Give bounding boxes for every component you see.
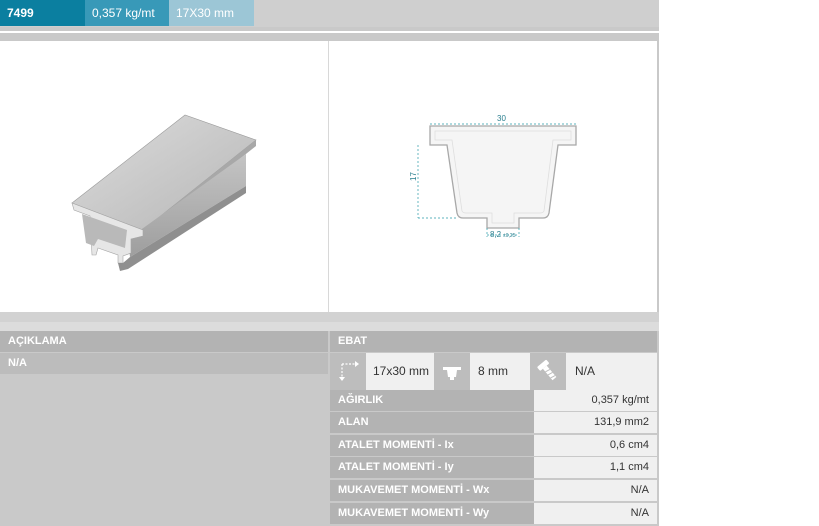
product-size-tag: 17X30 mm: [169, 0, 254, 26]
property-row-weight: AĞIRLIK 0,357 kg/mt: [330, 390, 657, 411]
ebat-header: EBAT: [330, 331, 657, 352]
dimension-size-value: 17x30 mm: [373, 364, 430, 378]
profile-thickness-icon: [434, 353, 470, 390]
property-value: 0,357 kg/mt: [534, 390, 657, 411]
product-header-bar: 7499 0,357 kg/mt 17X30 mm: [0, 0, 659, 27]
property-row-inertia-x: ATALET MOMENTİ - Ix 0,6 cm4: [330, 435, 657, 456]
property-label: MUKAVEMET MOMENTİ - Wy: [330, 503, 534, 524]
description-value: N/A: [0, 353, 328, 374]
property-value: N/A: [534, 503, 657, 524]
property-value: 1,1 cm4: [534, 457, 657, 478]
height-dimension-label: 17: [409, 172, 418, 181]
product-3d-render[interactable]: [0, 41, 328, 312]
property-label: ATALET MOMENTİ - Ix: [330, 435, 534, 456]
technical-drawing[interactable]: 30 17 8,2 ±0,25: [329, 41, 657, 312]
property-label: MUKAVEMET MOMENTİ - Wx: [330, 480, 534, 501]
dimension-arrows-icon: [330, 353, 366, 390]
product-code-tag: 7499: [0, 0, 85, 26]
property-row-area: ALAN 131,9 mm2: [330, 412, 657, 433]
gap-tolerance-label: ±0,25: [503, 233, 516, 239]
section-band: [0, 312, 659, 322]
property-row-section-modulus-y: MUKAVEMET MOMENTİ - Wy N/A: [330, 503, 657, 524]
gap-dimension-label: 8,2: [490, 230, 502, 239]
property-label: ATALET MOMENTİ - Iy: [330, 457, 534, 478]
product-weight-tag: 0,357 kg/mt: [85, 0, 169, 26]
property-label: ALAN: [330, 412, 534, 433]
property-row-section-modulus-x: MUKAVEMET MOMENTİ - Wx N/A: [330, 480, 657, 501]
property-label: AĞIRLIK: [330, 390, 534, 411]
property-value: 0,6 cm4: [534, 435, 657, 456]
dimension-thickness-value: 8 mm: [478, 364, 508, 378]
dimension-screw-value: N/A: [575, 364, 596, 378]
property-value: 131,9 mm2: [534, 412, 657, 433]
property-row-inertia-y: ATALET MOMENTİ - Iy 1,1 cm4: [330, 457, 657, 478]
screw-icon: [530, 353, 566, 390]
description-header: AÇIKLAMA: [0, 331, 328, 352]
header-divider: [0, 31, 659, 33]
property-value: N/A: [534, 480, 657, 501]
width-dimension-label: 30: [497, 114, 506, 123]
dimension-summary: 17x30 mm 8 mm N/A: [330, 353, 657, 390]
section-band-light: [0, 322, 659, 331]
product-images: 30 17 8,2 ±0,25: [0, 41, 657, 312]
